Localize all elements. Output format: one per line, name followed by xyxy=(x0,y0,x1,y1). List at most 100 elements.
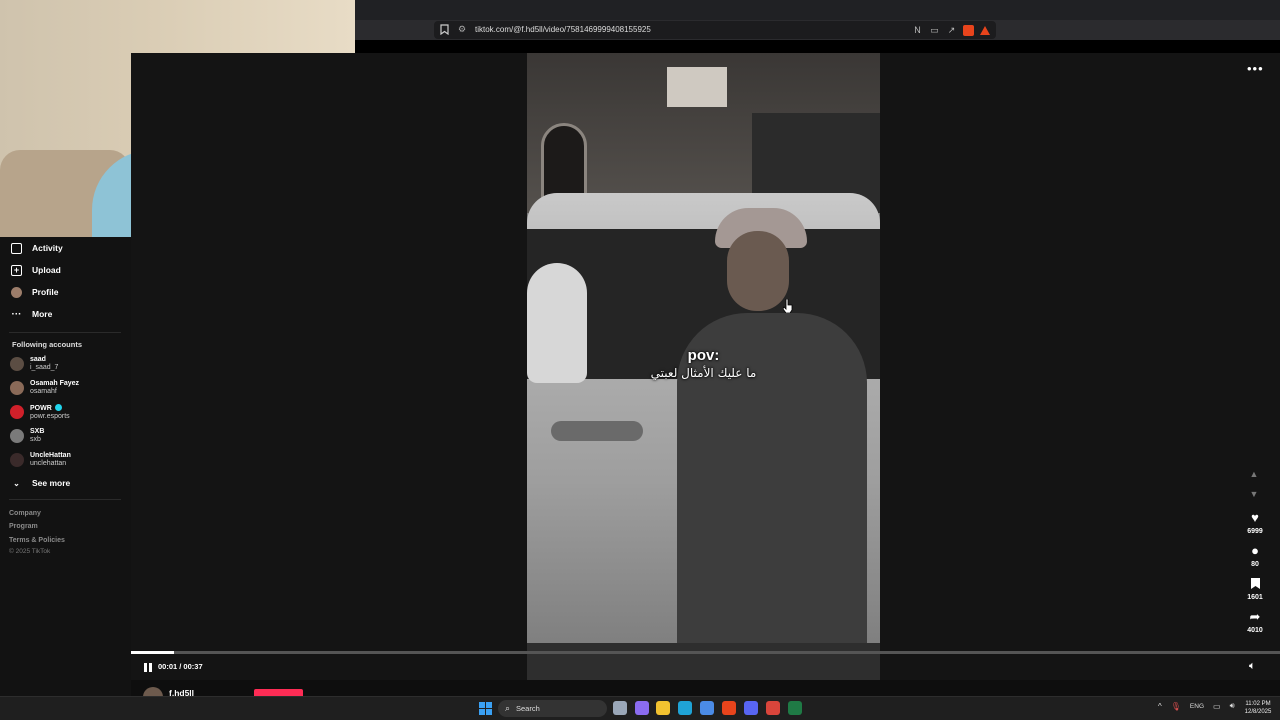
language-indicator[interactable]: ENG xyxy=(1190,703,1204,710)
edge-icon[interactable] xyxy=(678,701,692,715)
sidebar-item-label: More xyxy=(32,309,53,319)
footer-link-program[interactable]: Program xyxy=(9,523,38,530)
following-account[interactable]: SXB sxb xyxy=(10,426,44,446)
divider xyxy=(9,332,121,333)
pause-icon xyxy=(144,663,147,672)
video-time: 00:01 / 00:37 xyxy=(158,662,203,671)
left-sidebar: Activity + Upload Profile ··· More Follo… xyxy=(0,237,131,696)
comment-button[interactable]: ● 80 xyxy=(1242,543,1268,568)
sidebar-item-profile[interactable]: Profile xyxy=(11,284,58,300)
avatar xyxy=(10,453,24,467)
previous-video-button[interactable]: ▲ xyxy=(1247,469,1261,483)
video-progress-bar[interactable] xyxy=(131,651,1280,654)
bookmark-icon[interactable] xyxy=(440,24,449,35)
chevron-down-icon: ⌄ xyxy=(13,478,20,488)
clock-time: 11:02 PM xyxy=(1245,701,1271,707)
avatar xyxy=(10,381,24,395)
footer-link-terms[interactable]: Terms & Policies xyxy=(9,537,65,544)
task-view-icon[interactable] xyxy=(613,701,627,715)
share-arrow-icon: ➦ xyxy=(1249,609,1261,624)
avatar xyxy=(10,429,24,443)
brave-icon[interactable] xyxy=(722,701,736,715)
store-icon[interactable] xyxy=(700,701,714,715)
next-video-button[interactable]: ▼ xyxy=(1247,489,1261,503)
following-account[interactable]: saad i_saad_7 xyxy=(10,354,58,374)
taskbar-search[interactable]: ⌕ Search xyxy=(498,700,607,717)
video-caption: pov: ما عليك الأمثال لعبتي xyxy=(527,347,880,381)
network-icon[interactable]: ▭ xyxy=(1213,702,1221,711)
comment-count: 80 xyxy=(1251,561,1259,568)
like-count: 6999 xyxy=(1247,528,1263,535)
sidebar-item-upload[interactable]: + Upload xyxy=(11,262,61,278)
account-handle: powr.esports xyxy=(30,412,70,420)
following-accounts-title: Following accounts xyxy=(12,340,83,349)
video-feed: pov: ما عليك الأمثال لعبتي ••• ▲ ▼ ♥ 699… xyxy=(131,53,1280,707)
account-name: POWR xyxy=(30,404,52,412)
plus-box-icon: + xyxy=(11,264,22,276)
video-player[interactable]: pov: ما عليك الأمثال لعبتي xyxy=(527,53,880,680)
volume-icon[interactable]: 🔊︎ xyxy=(1230,701,1235,711)
video-info-bar xyxy=(131,680,1280,696)
more-options-button[interactable]: ••• xyxy=(1247,61,1264,76)
copyright: © 2025 TikTok xyxy=(9,548,51,555)
search-placeholder: Search xyxy=(516,704,540,713)
video-scene xyxy=(527,643,880,680)
excel-icon[interactable] xyxy=(788,701,802,715)
site-info-icon[interactable]: ⚙ xyxy=(458,25,466,35)
account-handle: sxb xyxy=(30,436,41,443)
account-handle: i_saad_7 xyxy=(30,364,59,371)
ellipsis-icon: ··· xyxy=(11,308,22,320)
verified-badge-icon xyxy=(54,403,62,411)
bookmark-button[interactable]: 1601 xyxy=(1242,576,1268,601)
share-button[interactable]: ➦ 4010 xyxy=(1242,609,1268,634)
search-icon: ⌕ xyxy=(505,703,511,713)
sidebar-item-label: Activity xyxy=(32,243,63,253)
caption-line: pov: xyxy=(687,347,720,364)
taskbar-clock[interactable]: 11:02 PM 12/8/2025 xyxy=(1240,700,1276,716)
chevron-up-icon[interactable]: ^ xyxy=(1158,702,1162,711)
video-scene xyxy=(667,67,727,107)
follow-button[interactable] xyxy=(254,689,303,696)
pause-button[interactable] xyxy=(141,661,155,675)
account-name: SXB xyxy=(30,428,45,435)
reader-mode-icon[interactable]: N xyxy=(912,25,923,36)
following-account[interactable]: Osamah Fayez osamahf xyxy=(10,378,79,398)
see-more-button[interactable]: ⌄ See more xyxy=(11,475,70,491)
video-progress-fill xyxy=(131,651,174,654)
windows-start-icon[interactable] xyxy=(479,702,492,715)
following-account[interactable]: UncleHattan unclehattan xyxy=(10,450,71,470)
bookmark-icon xyxy=(1242,576,1268,592)
microphone-icon[interactable]: 🎙︎ xyxy=(1171,702,1181,711)
inbox-icon xyxy=(11,242,22,254)
brave-rewards-icon[interactable] xyxy=(980,25,990,35)
cast-icon[interactable]: ▭ xyxy=(929,25,940,36)
like-button[interactable]: ♥ 6999 xyxy=(1242,510,1268,535)
system-tray: ^ 🎙︎ ENG ▭ 🔊︎ xyxy=(1158,701,1235,711)
avatar xyxy=(10,405,24,419)
account-handle: osamahf xyxy=(30,388,57,395)
browser-toolbar-icons: N ▭ ↗ xyxy=(912,23,990,37)
following-account[interactable]: POWR powr.esports xyxy=(10,402,70,422)
sidebar-item-activity[interactable]: Activity xyxy=(11,240,63,256)
volume-icon[interactable]: 🔈︎ xyxy=(1249,660,1256,673)
discord-icon[interactable] xyxy=(744,701,758,715)
sidebar-item-more[interactable]: ··· More xyxy=(11,306,53,322)
clock-date: 12/8/2025 xyxy=(1244,709,1272,715)
file-explorer-icon[interactable] xyxy=(656,701,670,715)
sidebar-item-label: Profile xyxy=(32,287,59,297)
share-count: 4010 xyxy=(1247,627,1263,634)
pause-icon xyxy=(149,663,152,672)
footer-link-company[interactable]: Company xyxy=(9,510,41,517)
account-name: saad xyxy=(30,356,46,363)
chrome-icon[interactable] xyxy=(766,701,780,715)
bookmark-count: 1601 xyxy=(1247,594,1263,601)
sidebar-item-label: Upload xyxy=(32,265,61,275)
copilot-icon[interactable] xyxy=(635,701,649,715)
url-text[interactable]: tiktok.com/@f.hd5ll/video/75814699994081… xyxy=(475,25,651,34)
brave-shields-icon[interactable] xyxy=(963,24,974,36)
account-handle: unclehattan xyxy=(30,460,67,467)
comment-icon: ● xyxy=(1251,543,1259,558)
share-icon[interactable]: ↗ xyxy=(946,25,957,36)
browser-divider xyxy=(355,40,1280,53)
heart-icon: ♥ xyxy=(1251,510,1259,525)
